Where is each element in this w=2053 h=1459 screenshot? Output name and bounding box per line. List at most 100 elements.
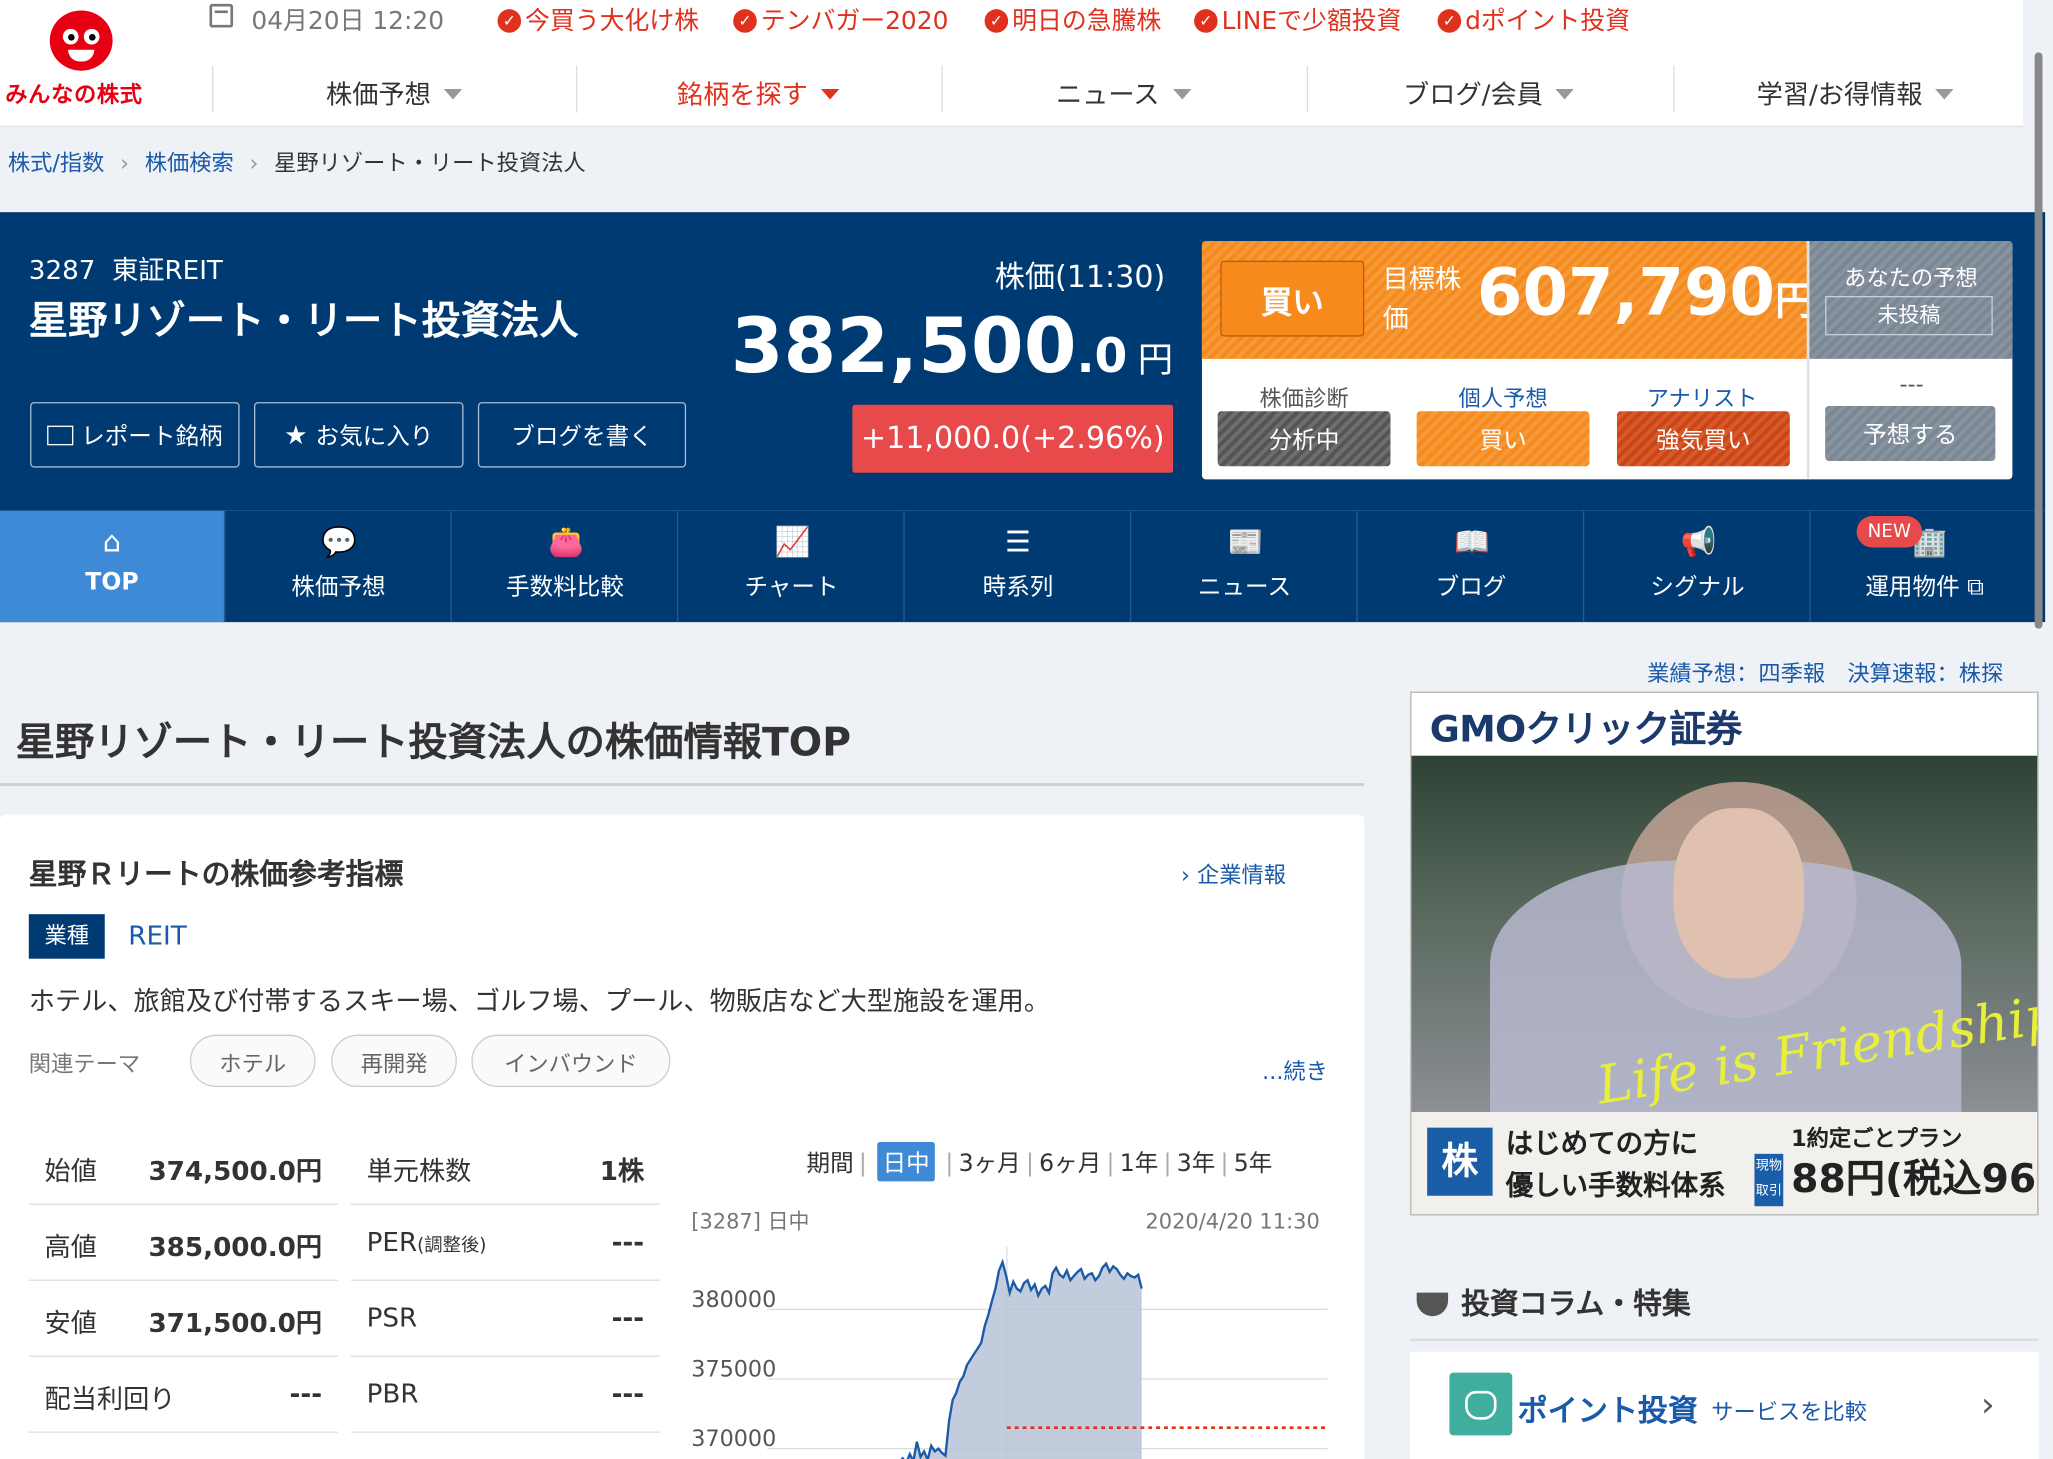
breadcrumb-search[interactable]: 株価検索 <box>145 151 234 177</box>
favorite-button[interactable]: ★ お気に入り <box>254 402 464 468</box>
chevron-right-icon: › <box>1980 1385 1995 1425</box>
tab-properties[interactable]: 🏢 運用物件 ⧉ <box>1812 511 2037 622</box>
chevron-right-icon: › <box>1180 863 1190 890</box>
chevron-down-icon <box>820 89 840 100</box>
point-invest-title: ポイント投資 <box>1517 1394 1699 1429</box>
period-3y[interactable]: 3年 <box>1177 1150 1216 1178</box>
mail-icon <box>47 424 74 445</box>
target-price-box: 買い 目標株価 607,790円 <box>1201 240 1814 359</box>
nav-learning[interactable]: 学習/お得情報 <box>1673 73 2037 111</box>
diag-personal-button[interactable]: 買い <box>1416 411 1590 467</box>
stock-tabs: ⌂ TOP 💬 株価予想 👛 手数料比較 📈 チャート ☰ 時系列 📰 ニュース 📖 ブログ … <box>0 510 2046 623</box>
check-icon: ✓ <box>984 9 1009 33</box>
hot-link-2[interactable]: ✓ テンバガー2020 <box>733 1 948 36</box>
hot-link-1[interactable]: ✓ 今買う大化け株 <box>497 1 699 36</box>
site-header: みんなの株式 04月20日 12:20 ✓ 今買う大化け株 ✓ テンバガー2020 … <box>0 0 2023 128</box>
more-themes-link[interactable]: ...続き <box>1262 1053 1328 1086</box>
ad-logo: GMOクリック証券 <box>1429 707 1742 751</box>
newspaper-icon: 📰 <box>1227 526 1264 560</box>
diag-analyst-button[interactable]: 強気買い <box>1616 411 1790 467</box>
your-forecast-label: あなたの予想 <box>1844 265 1978 293</box>
company-info-link[interactable]: › 企業情報 <box>1180 857 1286 890</box>
breadcrumb-current: 星野リゾート・リート投資法人 <box>274 150 586 177</box>
hot-link-4[interactable]: ✓ LINEで少額投資 <box>1194 1 1402 36</box>
calendar-icon <box>209 3 234 28</box>
table-row: 安値 371,500.0円 <box>28 1281 338 1357</box>
diag-label-stock: 株価診断 <box>1259 386 1349 413</box>
current-datetime: 04月20日 12:20 <box>251 6 445 36</box>
point-invest-card[interactable]: ポイント投資 サービスを比較 › <box>1410 1351 2039 1459</box>
breadcrumb-stocks[interactable]: 株式/指数 <box>8 151 105 177</box>
column-heading: 投資コラム・特集 <box>1416 1281 1691 1323</box>
tab-forecast[interactable]: 💬 株価予想 <box>227 510 452 623</box>
tab-fees[interactable]: 👛 手数料比較 <box>453 510 679 623</box>
indicator-card: 星野Ｒリートの株価参考指標 › 企業情報 業種 REIT ホテル、旅館及び付帯す… <box>0 814 1365 1459</box>
price-time: 株価(11:30) <box>994 260 1166 295</box>
side-links[interactable]: 業績予想：四季報 決算速報：株探 <box>1647 655 2003 687</box>
chevron-down-icon <box>1555 89 1575 100</box>
y-tick-label: 375000 <box>691 1356 776 1382</box>
rating-badge: 買い <box>1220 260 1365 337</box>
write-blog-button[interactable]: ブログを書く <box>477 402 687 468</box>
industry-value[interactable]: REIT <box>128 919 186 950</box>
wallet-icon <box>1449 1372 1513 1436</box>
price-area <box>902 1262 1142 1459</box>
theme-pill-redevelop[interactable]: 再開発 <box>331 1034 457 1088</box>
card-title: 星野Ｒリートの株価参考指標 <box>28 859 404 892</box>
period-1y[interactable]: 1年 <box>1120 1150 1159 1178</box>
industry-label: 業種 <box>28 914 105 959</box>
check-icon: ✓ <box>1437 9 1462 33</box>
tab-signal[interactable]: 📢 シグナル <box>1586 510 1811 623</box>
new-badge: NEW <box>1856 516 1923 548</box>
table-row: 単元株数 1株 <box>350 1129 660 1205</box>
period-5y[interactable]: 5年 <box>1234 1150 1273 1178</box>
nav-stock-forecast[interactable]: 株価予想 <box>212 73 576 111</box>
hot-link-5[interactable]: ✓ dポイント投資 <box>1437 1 1630 36</box>
company-description: ホテル、旅館及び付帯するスキー場、ゴルフ場、プール、物販店など大型施設を運用。 <box>28 984 1051 1017</box>
period-intraday[interactable]: 日中 <box>877 1142 935 1182</box>
nav-news[interactable]: ニュース <box>941 73 1305 111</box>
table-row: 始値 374,500.0円 <box>28 1129 338 1205</box>
theme-pill-inbound[interactable]: インバウンド <box>471 1034 671 1088</box>
stock-header: 3287 東証REIT 星野リゾート・リート投資法人 レポート銘柄 ★ お気に入り… <box>0 212 2046 511</box>
chevron-right-icon: › <box>249 150 259 177</box>
intraday-chart[interactable]: [3287] 日中 2020/4/20 11:30 380000 375000 37… <box>689 1194 1331 1459</box>
scrollbar[interactable] <box>2034 52 2043 629</box>
check-icon: ✓ <box>497 9 522 33</box>
tab-chart[interactable]: 📈 チャート <box>680 510 905 623</box>
tab-top[interactable]: ⌂ TOP <box>0 510 226 623</box>
report-button[interactable]: レポート銘柄 <box>30 402 240 468</box>
logo-text[interactable]: みんなの株式 <box>5 76 162 109</box>
your-forecast-dash: --- <box>1899 371 1924 399</box>
predict-button[interactable]: 予想する <box>1825 406 1996 462</box>
chart-timestamp: 2020/4/20 11:30 <box>1145 1209 1319 1233</box>
breadcrumb: 株式/指数 › 株価検索 › 星野リゾート・リート投資法人 <box>8 144 586 177</box>
ad-price: 88円(税込96円)~ <box>1791 1156 2037 1203</box>
external-link-icon: ⧉ <box>1967 573 1984 602</box>
tab-news[interactable]: 📰 ニュース <box>1133 510 1358 623</box>
stock-name: 星野リゾート・リート投資法人 <box>28 298 579 345</box>
current-price: 382,500.0 円 <box>730 301 1174 391</box>
theme-pill-hotel[interactable]: ホテル <box>189 1034 316 1088</box>
tab-blog[interactable]: 📖 ブログ <box>1359 510 1585 623</box>
nav-blog-member[interactable]: ブログ/会員 <box>1307 73 1671 111</box>
diag-stock-button[interactable]: 分析中 <box>1217 411 1391 467</box>
period-selector: 期間 | 日中 | 3ヶ月 | 6ヶ月 | 1年 | 3年 | 5年 <box>807 1142 1273 1182</box>
point-invest-sub: サービスを比較 <box>1711 1400 1868 1427</box>
ad-line-1: はじめての方に <box>1505 1127 1699 1160</box>
logo-mascot-icon[interactable] <box>49 10 113 71</box>
period-3m[interactable]: 3ヶ月 <box>959 1150 1021 1178</box>
table-row: PSR --- <box>350 1281 660 1357</box>
target-price: 607,790円 <box>1476 254 1815 331</box>
tab-timeseries[interactable]: ☰ 時系列 <box>906 510 1132 623</box>
theme-label: 関連テーマ <box>28 1051 141 1078</box>
list-icon: ☰ <box>1005 526 1031 560</box>
nav-find-stock[interactable]: 銘柄を探す <box>576 73 940 111</box>
period-6m[interactable]: 6ヶ月 <box>1039 1150 1101 1178</box>
ad-banner[interactable]: GMOクリック証券 Life is Friendship 株 はじめての方に 優… <box>1410 691 2039 1216</box>
check-icon: ✓ <box>733 9 757 33</box>
hot-link-3[interactable]: ✓ 明日の急騰株 <box>984 1 1161 36</box>
your-forecast-status: 未投稿 <box>1825 295 1993 336</box>
target-label: 目標株価 <box>1382 263 1462 334</box>
stock-code-market: 3287 東証REIT <box>28 254 223 286</box>
